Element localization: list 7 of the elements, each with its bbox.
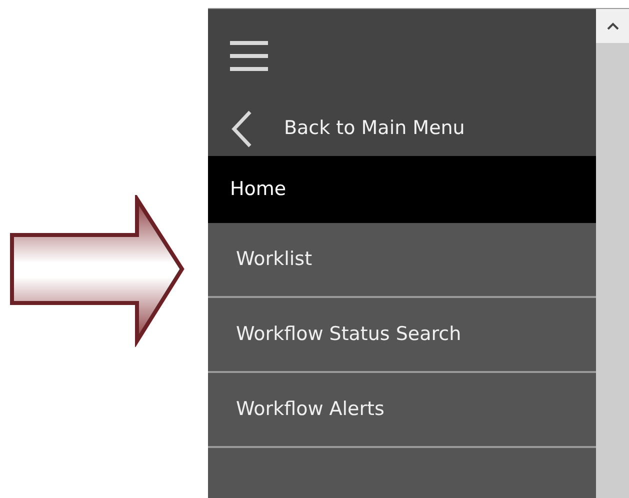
chevron-up-icon	[606, 22, 618, 30]
menu-icon[interactable]	[230, 39, 270, 71]
chevron-left-icon	[230, 110, 254, 148]
arrow-icon	[10, 195, 186, 347]
back-link[interactable]: Back to Main Menu	[208, 101, 596, 156]
menu-item[interactable]: Home	[208, 156, 596, 223]
scroll-up-button[interactable]	[596, 9, 629, 43]
